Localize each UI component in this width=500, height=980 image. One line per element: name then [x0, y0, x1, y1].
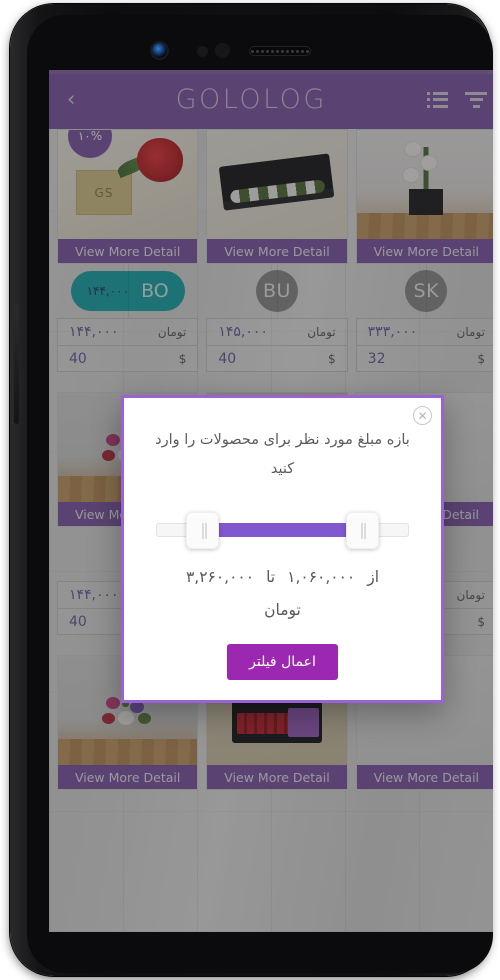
price-range-slider[interactable]	[156, 510, 409, 550]
price-range-readout: از ۱,۰۶۰,۰۰۰ تا ۳,۲۶۰,۰۰۰ تومان	[144, 562, 421, 626]
currency-label: تومان	[264, 601, 301, 619]
phone-screen: ۱۰% View More Detail View More Detail	[49, 70, 493, 932]
phone-bezel: ۱۰% View More Detail View More Detail	[27, 15, 493, 973]
phone-power-button[interactable]	[14, 304, 19, 424]
range-values-line: از ۱,۰۶۰,۰۰۰ تا ۳,۲۶۰,۰۰۰	[186, 562, 379, 593]
proximity-sensor-icon	[197, 46, 208, 57]
price-filter-modal: ✕ بازه مبلغ مورد نظر برای محصولات را وار…	[121, 395, 444, 703]
front-camera-icon	[152, 43, 167, 58]
slider-handle-min[interactable]	[186, 512, 220, 549]
slider-selected-range	[216, 523, 349, 537]
light-sensor-icon	[215, 43, 230, 58]
range-min-value: ۱,۰۶۰,۰۰۰	[287, 568, 356, 586]
earpiece-speaker-icon	[249, 46, 311, 56]
range-from-label: از	[367, 568, 380, 586]
phone-device-frame: ۱۰% View More Detail View More Detail	[10, 4, 493, 976]
modal-title: بازه مبلغ مورد نظر برای محصولات را وارد …	[155, 432, 410, 477]
range-to-label: تا	[266, 568, 276, 586]
range-max-value: ۳,۲۶۰,۰۰۰	[185, 568, 255, 586]
apply-filter-button[interactable]: اعمال فیلتر	[227, 644, 338, 680]
slider-handle-max[interactable]	[345, 512, 379, 549]
close-x-icon[interactable]: ✕	[413, 406, 432, 425]
